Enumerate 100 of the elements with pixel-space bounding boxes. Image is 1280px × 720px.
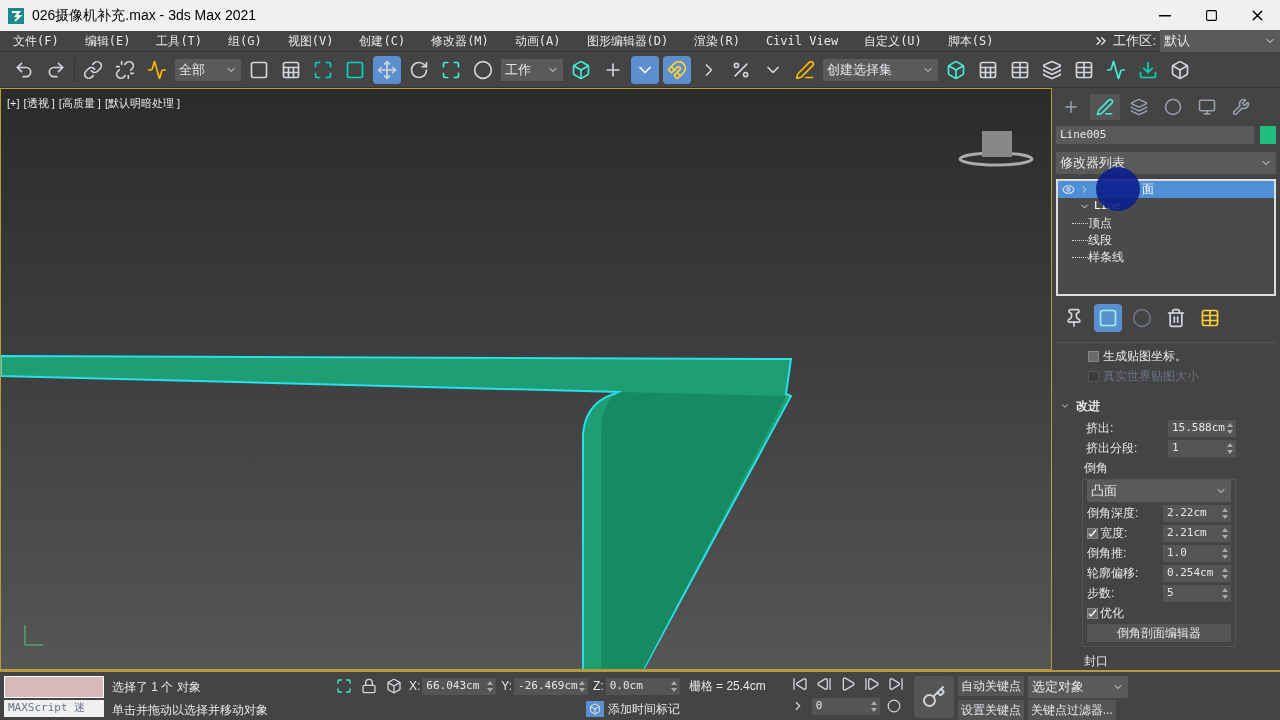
sub-object-item[interactable]: 样条线 (1088, 248, 1124, 267)
sub-object-item[interactable]: 线段 (1088, 231, 1112, 250)
select-object-icon (249, 59, 269, 80)
set-key-button[interactable]: 设置关键点 (957, 700, 1024, 720)
workspace-dropdown[interactable]: 默认 (1160, 30, 1280, 52)
go-to-start-icon (791, 676, 808, 692)
time-tag-button[interactable] (586, 701, 604, 717)
menu-item[interactable]: 修改器(M) (418, 32, 502, 50)
link-icon (83, 59, 103, 80)
menu-item[interactable]: 编辑(E) (71, 32, 144, 50)
selection-filter-dropdown[interactable]: 全部 (175, 58, 241, 81)
select-by-name-icon (281, 59, 301, 80)
panel-tab[interactable] (1090, 94, 1120, 120)
menu-item[interactable]: 自定义(U) (851, 32, 935, 50)
checkbox[interactable] (1087, 607, 1098, 619)
sphere-icon (1164, 98, 1182, 116)
layer-icon (1042, 59, 1062, 80)
maximize-icon (1204, 9, 1218, 22)
key-button[interactable] (913, 676, 954, 718)
viewport-label[interactable]: [默认明暗处理 ] (104, 95, 181, 112)
key-filters-button[interactable]: 关键点过滤器... (1027, 700, 1116, 720)
spinner-field[interactable]: 1.0 (1163, 544, 1231, 562)
spinner-arrows-icon (1222, 547, 1228, 559)
menu-item[interactable]: 工具(T) (143, 32, 216, 50)
move-button[interactable] (373, 55, 401, 84)
field-label: 轮廓偏移: (1087, 565, 1139, 582)
undo-icon (14, 59, 34, 80)
wave-icon (147, 59, 167, 80)
auto-key-button[interactable]: 自动关键点 (957, 676, 1024, 696)
spinner-field[interactable]: 5 (1163, 584, 1231, 602)
viewport-label[interactable]: [高质量 ] (58, 95, 101, 112)
sub-object-item[interactable]: 顶点 (1088, 214, 1112, 233)
spinner-arrows-icon (1227, 442, 1233, 454)
cube-icon (589, 703, 601, 715)
menu-item[interactable]: 组(G) (215, 32, 275, 50)
listener-input-field[interactable]: MAXScript 迷 (4, 700, 104, 717)
menu-item[interactable]: 图形编辑器(D) (573, 32, 682, 50)
bevel-profile-editor-button[interactable]: 倒角剖面编辑器 (1087, 624, 1231, 642)
rollout-title[interactable]: 改进 (1076, 397, 1100, 415)
perspective-viewport[interactable]: [+] [透视 ] [高质量 ] [默认明暗处理 ] (0, 88, 1052, 670)
modifier-list-dropdown[interactable]: 修改器列表 (1056, 152, 1276, 174)
ribbon-icon (1074, 59, 1094, 80)
absolute-mode-button[interactable] (384, 676, 404, 696)
menu-item[interactable]: 文件(F) (0, 32, 72, 50)
pivot-icon (473, 59, 493, 80)
menu-item[interactable]: 渲染(R) (681, 32, 753, 50)
dope-sheet-icon (1138, 59, 1158, 80)
spinner-field[interactable]: 1 (1168, 439, 1236, 457)
selection-status: 选择了 1 个 对象 (112, 679, 202, 696)
menu-item[interactable]: 脚本(S) (934, 32, 1007, 50)
keyboard-override-button[interactable] (631, 55, 659, 84)
edit-selection-icon (795, 59, 815, 80)
key-mode-dropdown[interactable]: 选定对象 (1027, 676, 1128, 698)
group-title: 倒角 (1084, 460, 1109, 477)
field-label: 倒角深度: (1087, 505, 1139, 522)
coordinate-field[interactable]: -26.469cm (514, 677, 589, 695)
key-icon (921, 685, 946, 709)
menu-item[interactable]: 创建(C) (346, 32, 419, 50)
field-label: 宽度: (1100, 525, 1128, 542)
spinner-field[interactable]: 15.588cm (1168, 419, 1236, 437)
object-name-field[interactable]: Line005 (1056, 126, 1254, 144)
spinner-arrows-icon (1222, 587, 1228, 599)
show-end-result-icon (1098, 308, 1118, 328)
spinner-field[interactable]: 0.254cm (1163, 564, 1231, 582)
wrench-icon (1232, 98, 1250, 116)
spinner-field[interactable]: 2.22cm (1163, 504, 1231, 522)
scale-icon (441, 59, 461, 80)
frame-field[interactable]: 0 (811, 697, 880, 715)
viewport-label[interactable]: [+] (7, 95, 20, 112)
object-color-swatch[interactable] (1260, 126, 1276, 144)
viewcube-drawing[interactable] (956, 129, 1036, 169)
curve-editor-icon (1106, 59, 1126, 80)
named-selection-dropdown[interactable]: 创建选择集 (823, 58, 938, 81)
isolate-button[interactable] (334, 676, 354, 696)
bevel-type-dropdown[interactable]: 凸面 (1087, 480, 1231, 502)
hierarchy-icon (1130, 98, 1148, 116)
viewport-label[interactable]: [透视 ] (23, 95, 55, 112)
coordinate-dropdown[interactable]: 工作 (501, 58, 563, 81)
add-time-tag[interactable]: 添加时间标记 (608, 700, 680, 718)
magnet-button[interactable] (663, 55, 691, 84)
lock-icon (361, 678, 377, 694)
eye-icon[interactable] (1062, 182, 1075, 196)
minimize-icon (1159, 14, 1171, 17)
axis-label: Y: (501, 678, 513, 695)
coordinate-field[interactable]: 0.0cm (605, 677, 680, 695)
checkbox-label: 优化 (1100, 605, 1124, 622)
menu-item[interactable]: 视图(V) (274, 32, 347, 50)
spinner-arrows-icon (1227, 422, 1233, 434)
checkbox[interactable] (1087, 527, 1098, 539)
coordinate-field[interactable]: 66.043cm (422, 677, 497, 695)
redo-icon (46, 59, 66, 80)
listener-output-field[interactable] (4, 676, 104, 698)
spinner-field[interactable]: 2.21cm (1163, 524, 1231, 542)
checkbox[interactable] (1088, 350, 1099, 362)
spinner-arrows-icon (870, 700, 877, 712)
menu-item[interactable]: 动画(A) (501, 32, 574, 50)
field-label: 倒角推: (1087, 545, 1127, 562)
lock-button[interactable] (359, 676, 379, 696)
show-end-result-button[interactable] (1094, 304, 1122, 332)
menu-item[interactable]: Civil View (752, 32, 852, 50)
